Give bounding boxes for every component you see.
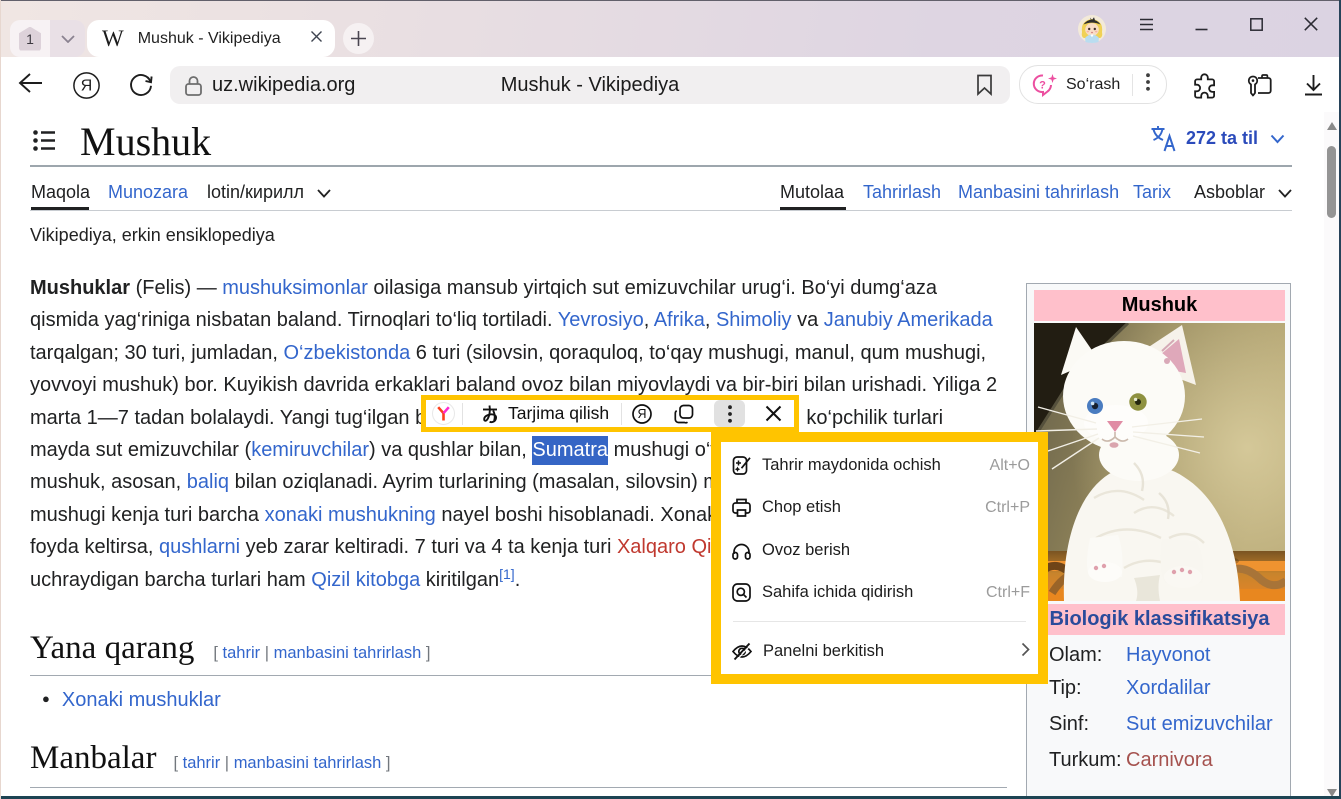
svg-text:?: ? — [1039, 79, 1046, 91]
svg-text:R: R — [81, 78, 93, 95]
svg-text:R: R — [638, 407, 647, 421]
